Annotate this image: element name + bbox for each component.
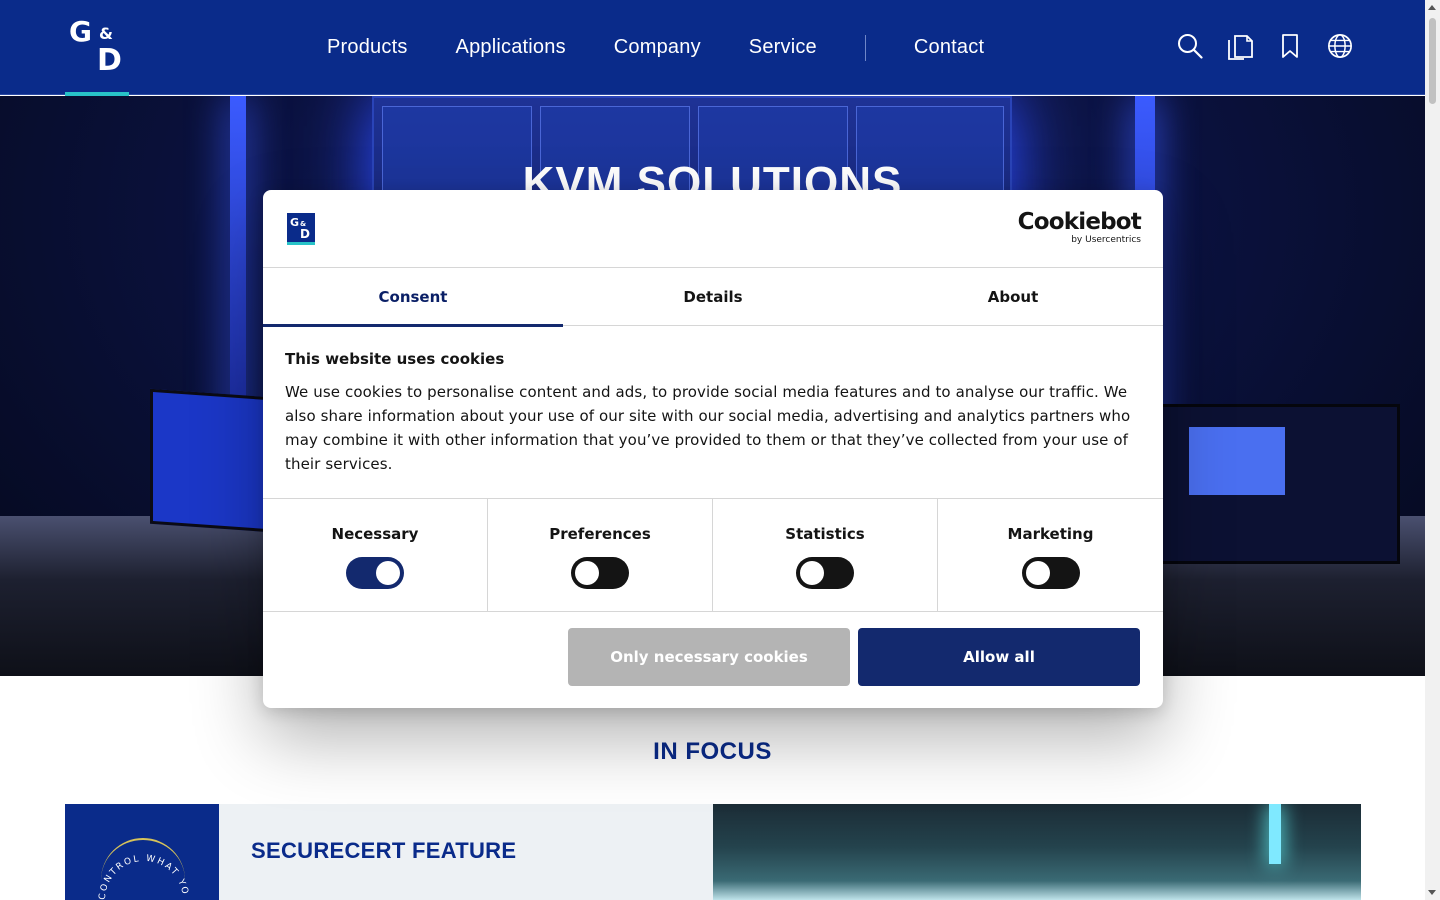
category-marketing: Marketing [938,499,1163,612]
cookiebot-name: Cookiebot [1017,209,1142,235]
dialog-title: This website uses cookies [285,350,505,368]
toggle-knob [575,561,599,585]
allow-all-button[interactable]: Allow all [858,628,1140,686]
nav-company[interactable]: Company [614,36,701,59]
tab-about[interactable]: About [863,268,1163,326]
globe-icon[interactable] [1327,32,1353,60]
main-nav: Products Applications Company Service Co… [327,0,1032,95]
logo-letter-d: D [97,43,122,78]
tab-details[interactable]: Details [563,268,863,326]
statistics-toggle[interactable] [796,557,854,589]
page: G & D Products Applications Company Serv… [0,0,1440,900]
cookiebot-subtitle: by Usercentrics [1071,235,1141,245]
tab-consent[interactable]: Consent [263,268,563,327]
scroll-up-arrow[interactable] [1428,5,1436,10]
nav-products[interactable]: Products [327,36,408,59]
category-label: Necessary [331,525,419,543]
bookmark-icon[interactable] [1277,32,1303,60]
dialog-header: G & D Cookiebot by Usercentrics [263,190,1163,268]
category-necessary: Necessary [263,499,488,612]
nav-contact[interactable]: Contact [914,36,984,59]
dialog-tabs: Consent Details About [263,268,1163,327]
dialog-description: We use cookies to personalise content an… [285,383,1131,473]
site-header: G & D Products Applications Company Serv… [0,0,1425,96]
nav-service[interactable]: Service [749,36,817,59]
in-focus-heading: IN FOCUS [653,738,772,765]
focus-card-body[interactable]: SECURECERT FEATURE [219,804,713,900]
hero-monitor-left [150,388,270,533]
toggle-knob [800,561,824,585]
logo-letter-g: G [69,15,92,48]
cookiebot-logo[interactable]: Cookiebot by Usercentrics [1017,209,1142,245]
cookie-consent-dialog: G & D Cookiebot by Usercentrics Consent … [263,190,1163,708]
documents-icon[interactable] [1227,32,1253,60]
focus-card-title[interactable]: SECURECERT FEATURE [251,838,516,864]
header-actions [1177,32,1353,60]
scroll-down-arrow[interactable] [1428,890,1436,895]
cookie-categories: Necessary Preferences Statistics Marketi… [263,498,1163,612]
gd-logo[interactable]: G & D [65,0,129,96]
badge-ring-text: CONTROL WHAT YOU SEE [65,804,190,900]
category-statistics: Statistics [713,499,938,612]
only-necessary-button[interactable]: Only necessary cookies [568,628,850,686]
page-scrollbar[interactable] [1425,0,1440,900]
search-icon[interactable] [1177,32,1203,60]
focus-card-image [713,804,1361,900]
category-label: Marketing [1007,525,1094,543]
toggle-knob [376,561,400,585]
nav-divider [864,34,866,61]
category-label: Statistics [785,525,865,543]
category-preferences: Preferences [488,499,713,612]
nav-applications[interactable]: Applications [456,36,566,59]
scroll-thumb[interactable] [1429,18,1436,104]
marketing-toggle[interactable] [1021,557,1080,589]
hero-monitor-right [1160,404,1400,564]
necessary-toggle[interactable] [346,557,404,589]
dialog-gd-logo: G & D [287,213,315,245]
preferences-toggle[interactable] [571,557,629,589]
svg-text:CONTROL WHAT YOU SEE: CONTROL WHAT YOU SEE [65,804,190,900]
logo-ampersand: & [99,24,113,43]
category-label: Preferences [549,525,651,543]
toggle-knob [1025,561,1050,585]
focus-card-badge: CONTROL WHAT YOU SEE [65,804,219,900]
dialog-body: This website uses cookies We use cookies… [285,350,1141,476]
